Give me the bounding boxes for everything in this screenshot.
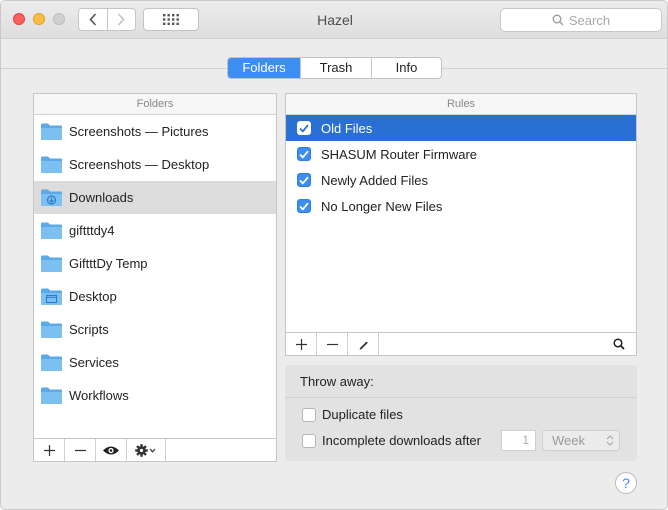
- tab-trash[interactable]: Trash: [300, 58, 371, 78]
- preview-folder-button[interactable]: [96, 439, 127, 461]
- plus-icon: [295, 338, 307, 350]
- pencil-icon: [359, 341, 368, 350]
- add-rule-button[interactable]: [286, 333, 317, 355]
- folder-item-giftttdy-temp[interactable]: GiftttDy Temp: [34, 247, 276, 280]
- search-field[interactable]: Search: [500, 8, 662, 32]
- folders-header: Folders: [34, 94, 276, 115]
- folder-label: giftttdy4: [69, 223, 115, 238]
- add-folder-button[interactable]: [34, 439, 65, 461]
- remove-rule-button[interactable]: [317, 333, 348, 355]
- downloads-folder-icon: [41, 189, 62, 206]
- throw-away-heading: Throw away:: [300, 374, 374, 389]
- title-bar: Hazel Search: [1, 1, 667, 39]
- folder-item-services[interactable]: Services: [34, 346, 276, 379]
- folder-label: Desktop: [69, 289, 117, 304]
- tab-folders[interactable]: Folders: [228, 58, 300, 78]
- help-button[interactable]: ?: [615, 472, 637, 494]
- checkmark-icon: [299, 124, 309, 133]
- search-icon: [613, 338, 625, 350]
- folder-actions-button[interactable]: [127, 439, 166, 461]
- search-placeholder: Search: [568, 12, 611, 28]
- incomplete-downloads-label: Incomplete downloads after: [322, 433, 481, 448]
- rules-toolbar: [286, 332, 636, 355]
- rule-list: Old Files SHASUM Router Firmware Newly A…: [286, 115, 636, 219]
- checkmark-icon: [299, 202, 309, 211]
- folder-label: Services: [69, 355, 119, 370]
- unit-select-value: Week: [552, 433, 585, 448]
- gear-icon: [135, 443, 156, 457]
- folder-label: GiftttDy Temp: [69, 256, 148, 271]
- checkmark-icon: [299, 150, 309, 159]
- folders-toolbar: [34, 438, 276, 461]
- rule-item-no-longer-new-files[interactable]: No Longer New Files: [286, 193, 636, 219]
- checkmark-icon: [299, 176, 309, 185]
- rule-label: Newly Added Files: [321, 172, 428, 188]
- edit-rule-button[interactable]: [348, 333, 379, 355]
- incomplete-downloads-count-field[interactable]: 1: [501, 430, 536, 451]
- folder-label: Workflows: [69, 388, 129, 403]
- folder-label: Scripts: [69, 322, 109, 337]
- rule-enabled-checkbox[interactable]: [297, 173, 311, 187]
- minus-icon: [74, 449, 86, 451]
- plus-icon: [43, 444, 55, 456]
- folder-label: Screenshots — Desktop: [69, 157, 210, 172]
- folder-item-downloads[interactable]: Downloads: [34, 181, 276, 214]
- rules-panel: Rules Old Files SHASUM Router Firmware N…: [285, 93, 637, 356]
- folder-icon: [41, 354, 62, 371]
- rule-enabled-checkbox[interactable]: [297, 199, 311, 213]
- incomplete-downloads-unit-select[interactable]: Week: [542, 430, 620, 451]
- incomplete-downloads-option[interactable]: Incomplete downloads after: [302, 433, 481, 448]
- rule-label: SHASUM Router Firmware: [321, 146, 478, 162]
- duplicate-files-option[interactable]: Duplicate files: [302, 407, 403, 422]
- search-icon: [552, 14, 564, 26]
- duplicate-files-label: Duplicate files: [322, 407, 403, 422]
- rule-label: Old Files: [321, 120, 373, 136]
- folder-item-workflows[interactable]: Workflows: [34, 379, 276, 412]
- folder-item-desktop[interactable]: Desktop: [34, 280, 276, 313]
- folder-item-screenshots-pictures[interactable]: Screenshots — Pictures: [34, 115, 276, 148]
- rule-enabled-checkbox[interactable]: [297, 147, 311, 161]
- rule-enabled-checkbox[interactable]: [297, 121, 311, 135]
- remove-folder-button[interactable]: [65, 439, 96, 461]
- rule-label: No Longer New Files: [321, 198, 443, 214]
- minus-icon: [326, 343, 338, 345]
- folder-icon: [41, 222, 62, 239]
- folder-item-screenshots-desktop[interactable]: Screenshots — Desktop: [34, 148, 276, 181]
- folder-label: Downloads: [69, 190, 134, 205]
- rules-header: Rules: [286, 94, 636, 115]
- up-down-arrows-icon: [606, 435, 614, 446]
- desktop-folder-icon: [41, 288, 62, 305]
- folder-icon: [41, 387, 62, 404]
- duplicate-files-checkbox[interactable]: [302, 407, 316, 422]
- folder-icon: [41, 255, 62, 272]
- folders-panel: Folders Screenshots — Pictures Screensho…: [33, 93, 277, 462]
- rule-item-shasum-router-firmware[interactable]: SHASUM Router Firmware: [286, 141, 636, 167]
- rule-item-newly-added-files[interactable]: Newly Added Files: [286, 167, 636, 193]
- throw-away-divider: [285, 397, 637, 398]
- hazel-window: Hazel Search Folders Trash Info Folders …: [0, 0, 668, 510]
- rule-item-old-files[interactable]: Old Files: [286, 115, 636, 141]
- folder-icon: [41, 123, 62, 140]
- search-rules-button[interactable]: [602, 333, 636, 355]
- incomplete-downloads-checkbox[interactable]: [302, 433, 316, 448]
- folder-icon: [41, 156, 62, 173]
- tab-info[interactable]: Info: [371, 58, 441, 78]
- folder-item-giftttdy4[interactable]: giftttdy4: [34, 214, 276, 247]
- folder-label: Screenshots — Pictures: [69, 124, 209, 139]
- tab-bar: Folders Trash Info: [227, 57, 442, 79]
- help-icon: ?: [622, 475, 630, 491]
- folder-icon: [41, 321, 62, 338]
- eye-icon: [103, 446, 119, 454]
- throw-away-section: Throw away: Duplicate files Incomplete d…: [285, 365, 637, 461]
- folder-item-scripts[interactable]: Scripts: [34, 313, 276, 346]
- folder-list: Screenshots — Pictures Screenshots — Des…: [34, 115, 276, 412]
